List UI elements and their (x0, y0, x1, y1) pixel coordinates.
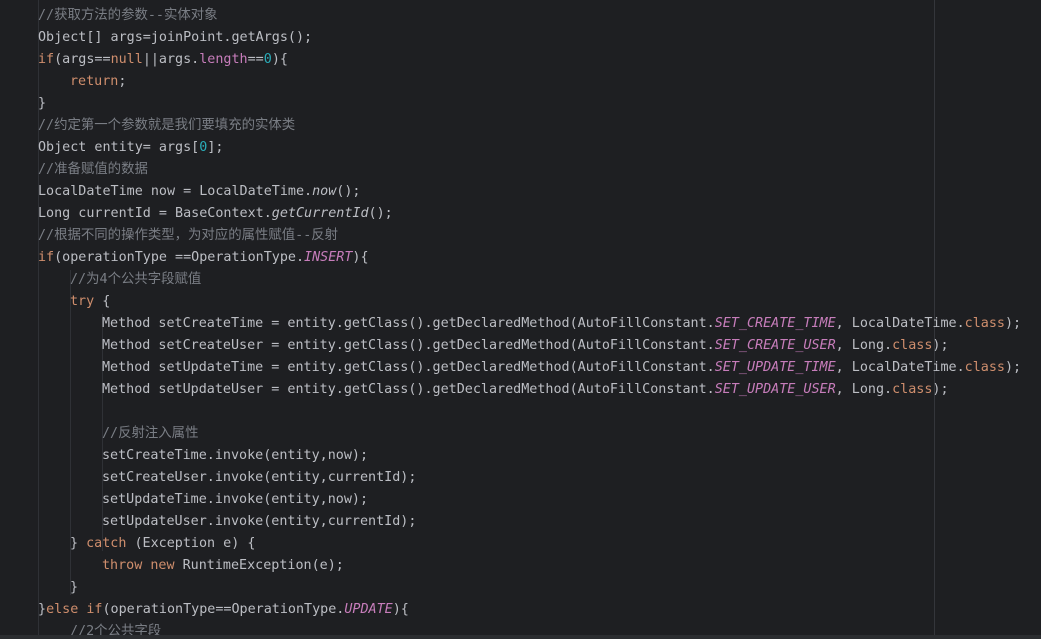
code-token: try (70, 294, 95, 309)
code-token: ||args. (142, 52, 200, 67)
code-token: Method setUpdateUser = entity.getClass()… (102, 382, 715, 397)
code-token: SET_CREATE_TIME (714, 316, 836, 331)
code-token: Object entity= args[ (38, 140, 200, 155)
code-line[interactable]: throw new RuntimeException(e); (102, 555, 344, 577)
code-token: ); (1004, 360, 1022, 375)
code-token: getCurrentId (271, 206, 369, 221)
code-line[interactable]: //为4个公共字段赋值 (70, 269, 201, 291)
code-token: Method setCreateUser = entity.getClass()… (102, 338, 715, 353)
code-token: , LocalDateTime. (835, 316, 965, 331)
code-token: Long currentId = BaseContext. (38, 206, 272, 221)
code-token: ); (932, 338, 949, 353)
code-token: ){ (352, 250, 369, 265)
code-token: , Long. (835, 382, 893, 397)
code-token: null (110, 52, 143, 67)
code-token: setCreateTime.invoke(entity,now); (102, 448, 369, 463)
code-token: ; (118, 74, 127, 89)
code-editor[interactable]: //获取方法的参数--实体对象 Object[] args=joinPoint.g… (0, 0, 1041, 639)
code-token: == (247, 52, 264, 67)
code-comment: //根据不同的操作类型，为对应的属性赋值--反射 (38, 228, 339, 243)
code-comment: //准备赋值的数据 (38, 162, 148, 177)
code-token: SET_UPDATE_USER (714, 382, 836, 397)
code-token: (Exception e) { (126, 536, 256, 551)
code-token: , LocalDateTime. (835, 360, 965, 375)
code-token: RuntimeException(e); (174, 558, 344, 573)
code-line[interactable]: setUpdateTime.invoke(entity,now); (102, 489, 368, 511)
code-comment: //为4个公共字段赋值 (70, 272, 202, 287)
code-line[interactable]: //准备赋值的数据 (38, 159, 148, 181)
code-line[interactable]: LocalDateTime now = LocalDateTime.now(); (38, 181, 360, 203)
code-token: class (964, 360, 1005, 375)
code-line[interactable]: Method setCreateTime = entity.getClass()… (102, 313, 1021, 335)
code-comment: //约定第一个参数就是我们要填充的实体类 (38, 118, 296, 133)
code-token: Method setUpdateTime = entity.getClass()… (102, 360, 715, 375)
code-token: } (70, 580, 79, 595)
code-line[interactable]: } catch (Exception e) { (70, 533, 255, 555)
code-line[interactable]: setCreateUser.invoke(entity,currentId); (102, 467, 416, 489)
code-token: , Long. (835, 338, 893, 353)
code-token: } (38, 602, 47, 617)
code-token: (operationType==OperationType. (102, 602, 345, 617)
code-token: (); (368, 206, 393, 221)
code-line[interactable]: if(args==null||args.length==0){ (38, 49, 288, 71)
code-token: ]; (207, 140, 224, 155)
code-line[interactable]: //约定第一个参数就是我们要填充的实体类 (38, 115, 295, 137)
code-line[interactable]: } (38, 93, 46, 115)
code-token: setCreateUser.invoke(entity,currentId); (102, 470, 417, 485)
code-token: (args== (54, 52, 111, 67)
code-token: setUpdateTime.invoke(entity,now); (102, 492, 369, 507)
code-line[interactable]: Method setUpdateUser = entity.getClass()… (102, 379, 949, 401)
code-line[interactable]: //获取方法的参数--实体对象 (38, 5, 218, 27)
code-token: ){ (392, 602, 409, 617)
code-token: length (199, 52, 248, 67)
code-token: SET_UPDATE_TIME (714, 360, 836, 375)
code-line[interactable]: Object entity= args[0]; (38, 137, 223, 159)
code-token: catch (86, 536, 127, 551)
code-token: class (964, 316, 1005, 331)
code-token: now (312, 184, 337, 199)
code-line[interactable]: //反射注入属性 (102, 423, 198, 445)
code-line[interactable]: Long currentId = BaseContext.getCurrentI… (38, 203, 393, 225)
code-token: if (38, 250, 55, 265)
code-token: class (892, 382, 933, 397)
code-line[interactable]: Object[] args=joinPoint.getArgs(); (38, 27, 312, 49)
code-line[interactable]: } (70, 577, 78, 599)
horizontal-scrollbar[interactable] (0, 635, 1041, 639)
code-token: return (70, 74, 119, 89)
code-line[interactable]: }else if(operationType==OperationType.UP… (38, 599, 409, 621)
code-line[interactable]: Method setUpdateTime = entity.getClass()… (102, 357, 1021, 379)
code-token: } (70, 536, 87, 551)
code-line[interactable]: //根据不同的操作类型，为对应的属性赋值--反射 (38, 225, 338, 247)
code-token: ); (1004, 316, 1022, 331)
code-line[interactable]: if(operationType ==OperationType.INSERT)… (38, 247, 369, 269)
code-token: 0 (263, 52, 272, 67)
code-token: SET_CREATE_USER (714, 338, 836, 353)
code-token: Method setCreateTime = entity.getClass()… (102, 316, 715, 331)
code-token: } (38, 96, 47, 111)
code-token: (); (336, 184, 361, 199)
code-token: setUpdateUser.invoke(entity,currentId); (102, 514, 417, 529)
code-token: { (94, 294, 111, 309)
code-token: UPDATE (344, 602, 393, 617)
code-token: class (892, 338, 933, 353)
code-comment: //获取方法的参数--实体对象 (38, 8, 218, 23)
code-line[interactable]: setCreateTime.invoke(entity,now); (102, 445, 368, 467)
code-token: INSERT (304, 250, 353, 265)
code-comment: //反射注入属性 (102, 426, 199, 441)
code-token: (operationType ==OperationType. (54, 250, 305, 265)
code-token: else if (46, 602, 103, 617)
code-line[interactable]: try { (70, 291, 110, 313)
code-token: ); (932, 382, 949, 397)
code-token: ){ (271, 52, 288, 67)
code-line[interactable]: return; (70, 71, 126, 93)
code-token: LocalDateTime now = LocalDateTime. (38, 184, 313, 199)
code-token: throw new (102, 558, 175, 573)
code-line[interactable]: Method setCreateUser = entity.getClass()… (102, 335, 949, 357)
code-token: if (38, 52, 55, 67)
code-line[interactable]: setUpdateUser.invoke(entity,currentId); (102, 511, 416, 533)
code-token: Object[] args=joinPoint.getArgs(); (38, 30, 313, 45)
